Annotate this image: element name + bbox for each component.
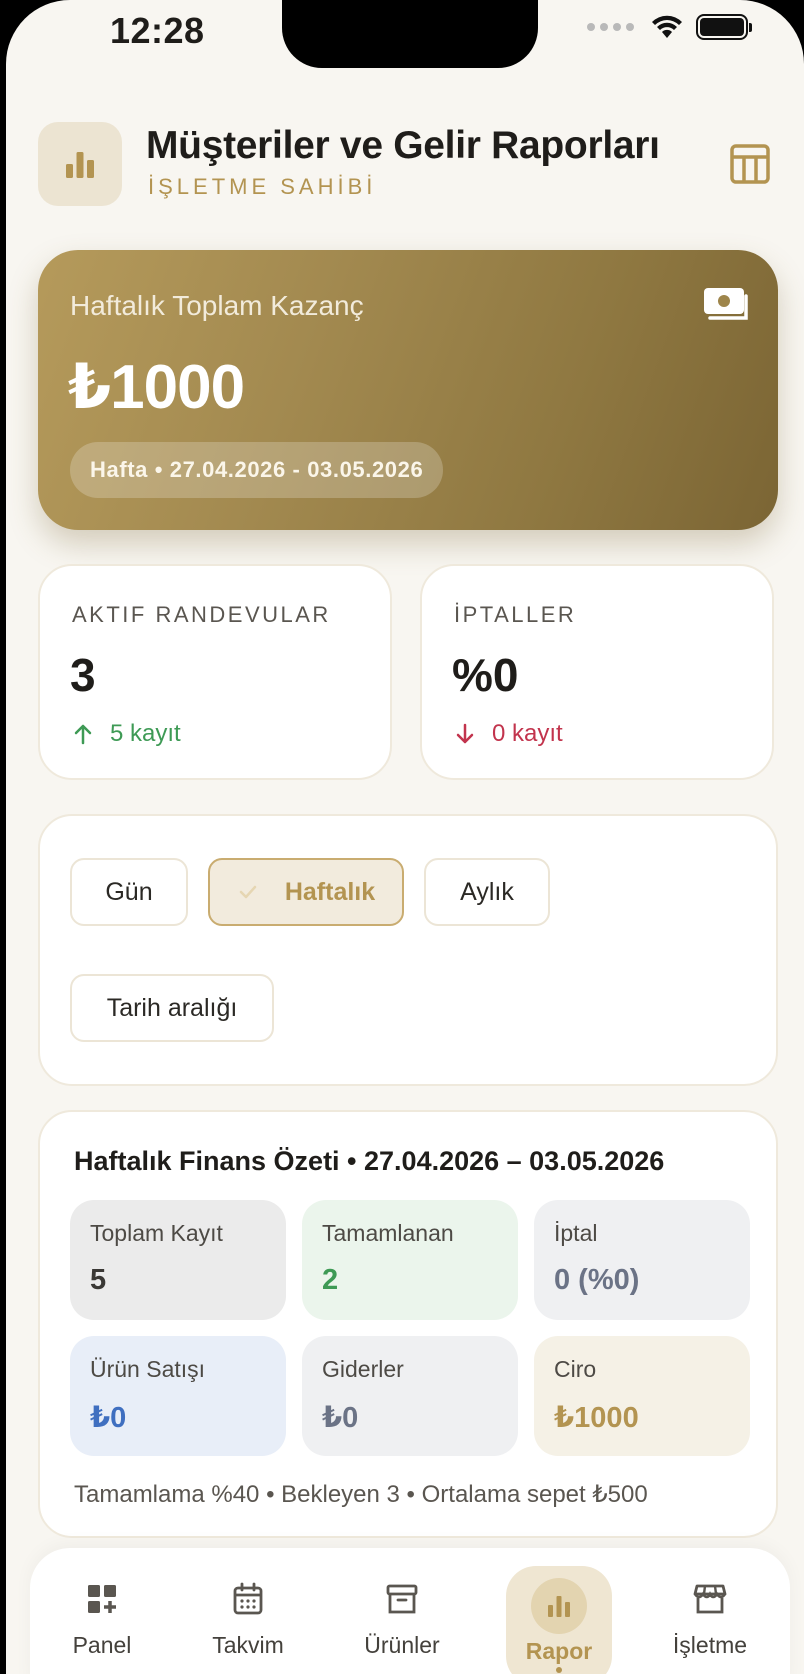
tile-value: ₺0	[90, 1402, 127, 1434]
active-indicator	[556, 1667, 562, 1673]
status-time: 12:28	[110, 10, 205, 51]
dashboard-add-icon	[88, 1585, 116, 1613]
nav-label: Panel	[72, 1632, 132, 1658]
storefront-icon	[693, 1584, 727, 1614]
finance-footer: Tamamlama %40 • Bekleyen 3 • Ortalama se…	[74, 1481, 648, 1508]
total-records-tile: Toplam Kayıt 5	[70, 1200, 286, 1320]
product-sales-tile: Ürün Satışı ₺0	[70, 1336, 286, 1456]
stat-trend: 0 kayıt	[454, 720, 563, 748]
tile-label: İptal	[554, 1220, 598, 1246]
bar-chart-icon	[38, 122, 122, 206]
tile-value: ₺1000	[554, 1402, 639, 1434]
nav-label: İşletme	[672, 1632, 748, 1658]
signal-icon	[587, 23, 634, 31]
calendar-icon	[233, 1582, 263, 1615]
stat-trend-text: 5 kayıt	[110, 720, 181, 747]
active-appointments-card: AKTIF RANDEVULAR 3 5 kayıt	[38, 564, 392, 780]
date-range-chip[interactable]: Tarih aralığı	[70, 974, 274, 1042]
check-icon	[239, 885, 257, 899]
period-badge: Hafta • 27.04.2026 - 03.05.2026	[70, 442, 444, 498]
stat-label: AKTIF RANDEVULAR	[72, 602, 331, 627]
table-icon[interactable]	[728, 142, 772, 186]
archive-box-icon	[386, 1584, 418, 1614]
finance-title: Haftalık Finans Özeti • 27.04.2026 – 03.…	[74, 1146, 665, 1176]
weekly-earnings-card: Haftalık Toplam Kazanç ₺1000 Hafta • 27.…	[38, 250, 778, 530]
bar-chart-icon	[531, 1578, 587, 1634]
nav-item-report[interactable]: Rapor	[506, 1566, 612, 1674]
revenue-tile: Ciro ₺1000	[534, 1336, 750, 1456]
status-indicators	[587, 14, 752, 40]
period-filter-card: Gün Haftalık Aylık Tarih aralığı	[38, 814, 778, 1086]
tile-label: Tamamlanan	[322, 1220, 454, 1246]
stat-label: İPTALLER	[454, 602, 577, 627]
cash-icon	[704, 288, 748, 320]
tile-value: 2	[322, 1264, 339, 1296]
tile-label: Ürün Satışı	[90, 1356, 206, 1382]
wifi-icon	[652, 15, 682, 38]
page-header: Müşteriler ve Gelir Raporları İŞLETME SA…	[38, 120, 772, 206]
stat-value: 3	[70, 649, 96, 701]
nav-item-business[interactable]: İşletme	[650, 1548, 770, 1674]
stat-trend-text: 0 kayıt	[492, 720, 563, 747]
filter-weekly-chip[interactable]: Haftalık	[208, 858, 404, 926]
nav-item-panel[interactable]: Panel	[42, 1548, 162, 1674]
earnings-value: ₺1000	[68, 353, 245, 422]
nav-label: Ürünler	[364, 1632, 440, 1658]
bottom-nav: Panel Takvim Ürünler Rapor İşletme	[30, 1548, 790, 1674]
nav-label: Takvim	[212, 1632, 284, 1658]
battery-icon	[696, 14, 752, 40]
expenses-tile: Giderler ₺0	[302, 1336, 518, 1456]
filter-weekly-label: Haftalık	[284, 877, 376, 906]
arrow-down-icon	[456, 723, 474, 744]
tile-value: ₺0	[322, 1402, 359, 1434]
filter-day-chip[interactable]: Gün	[70, 858, 188, 926]
app-screen: 12:28 Müşteriler ve Gelir Raporları İŞLE…	[6, 0, 804, 1674]
cancelled-tile: İptal 0 (%0)	[534, 1200, 750, 1320]
completed-tile: Tamamlanan 2	[302, 1200, 518, 1320]
nav-item-products[interactable]: Ürünler	[342, 1548, 462, 1674]
page-subtitle: İŞLETME SAHİBİ	[148, 174, 377, 199]
earnings-label: Haftalık Toplam Kazanç	[70, 290, 364, 321]
tile-label: Toplam Kayıt	[90, 1220, 223, 1246]
tile-value: 5	[90, 1264, 107, 1296]
nav-item-calendar[interactable]: Takvim	[188, 1548, 308, 1674]
finance-summary-card: Haftalık Finans Özeti • 27.04.2026 – 03.…	[38, 1110, 778, 1538]
tile-label: Giderler	[322, 1356, 404, 1382]
page-title: Müşteriler ve Gelir Raporları	[146, 124, 660, 167]
tile-value: 0 (%0)	[554, 1264, 640, 1296]
nav-label: Rapor	[525, 1638, 593, 1664]
stat-trend: 5 kayıt	[72, 720, 181, 748]
arrow-up-icon	[74, 724, 92, 745]
cancellations-card: İPTALLER %0 0 kayıt	[420, 564, 774, 780]
dynamic-island	[282, 0, 538, 68]
stat-value: %0	[452, 649, 519, 701]
tile-label: Ciro	[554, 1356, 597, 1382]
filter-monthly-chip[interactable]: Aylık	[424, 858, 550, 926]
